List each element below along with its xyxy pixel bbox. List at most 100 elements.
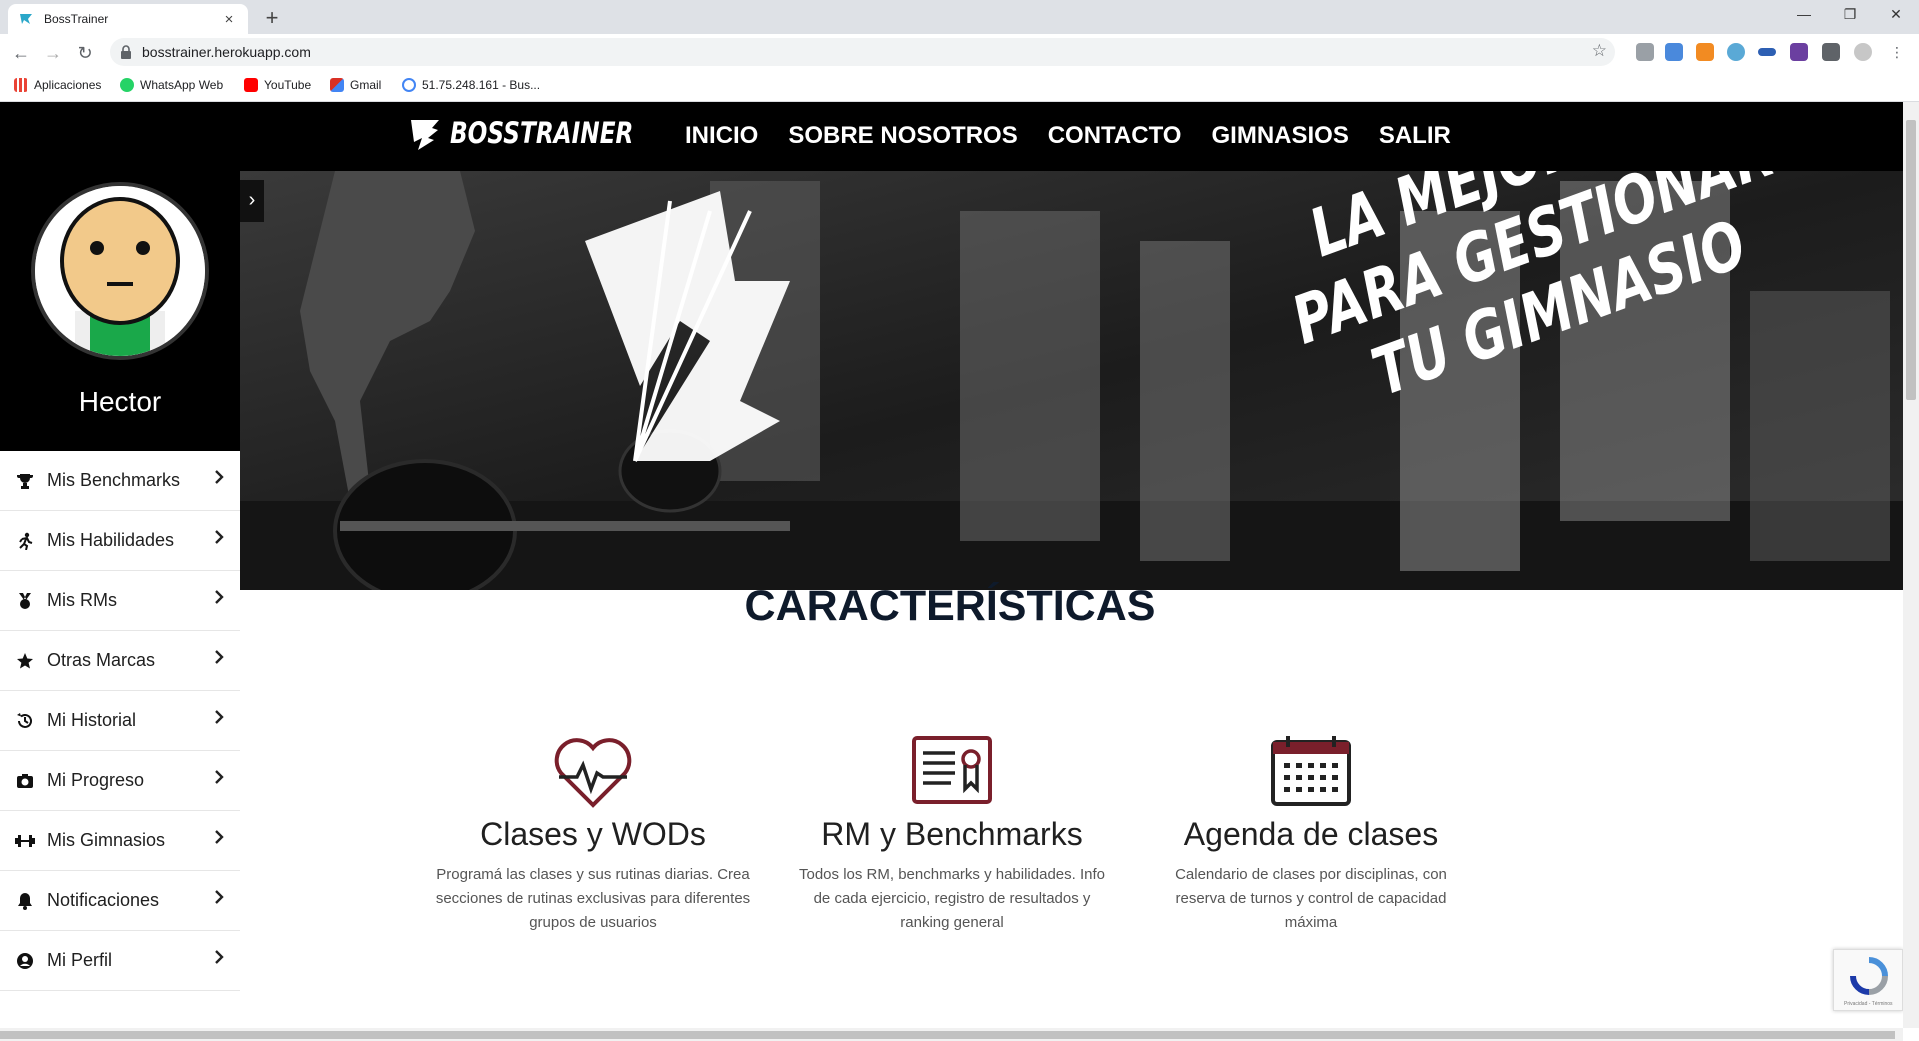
avatar[interactable] (31, 182, 209, 360)
top-navbar: BOSSTRAINER INICIO SOBRE NOSOTROS CONTAC… (0, 102, 1903, 171)
whatsapp-icon (120, 78, 134, 92)
dumbbell-icon (15, 831, 35, 851)
translate-icon[interactable] (1665, 43, 1683, 61)
chevron-right-icon (215, 890, 224, 904)
nav-contacto[interactable]: CONTACTO (1048, 122, 1182, 150)
gmail-icon (330, 78, 344, 92)
extension-icon[interactable] (1790, 43, 1808, 61)
section-title: CARACTERÍSTICAS (744, 582, 1156, 630)
user-circle-icon (15, 951, 35, 971)
sidebar-item-habilidades[interactable]: Mis Habilidades (0, 511, 240, 571)
history-icon (15, 711, 35, 731)
lock-icon (121, 45, 131, 59)
feature-title: RM y Benchmarks (821, 816, 1083, 852)
sidebar-item-label: Mi Progreso (47, 770, 145, 790)
close-window-icon[interactable]: ✕ (1873, 0, 1919, 30)
sidebar-item-label: Mi Historial (47, 710, 137, 730)
sidebar-item-label: Notificaciones (47, 890, 160, 910)
recaptcha-badge[interactable]: Privacidad - Términos (1833, 949, 1903, 1011)
puzzle-icon[interactable] (1822, 43, 1840, 61)
bookmark-youtube[interactable]: YouTube (244, 78, 311, 92)
sidebar-item-label: Mi Perfil (47, 950, 113, 970)
medal-icon (15, 591, 35, 611)
browser-tab[interactable]: BossTrainer × (8, 4, 248, 34)
feature-text: Todos los RM, benchmarks y habilidades. … (799, 866, 1105, 931)
sidebar-item-progreso[interactable]: Mi Progreso (0, 751, 240, 811)
sidebar-item-otras-marcas[interactable]: Otras Marcas (0, 631, 240, 691)
kebab-menu-icon[interactable]: ⋮ (1890, 43, 1904, 61)
reload-icon[interactable]: ↻ (72, 40, 98, 66)
extension-icon[interactable] (1696, 43, 1714, 61)
bookmarks-bar: Aplicaciones WhatsApp Web YouTube Gmail … (0, 70, 1919, 102)
bookmark-google-search[interactable]: 51.75.248.161 - Bus... (402, 78, 540, 92)
new-tab-button[interactable]: + (258, 4, 286, 32)
nav-gimnasios[interactable]: GIMNASIOS (1211, 122, 1348, 150)
chevron-right-icon (215, 950, 224, 964)
main-menu: INICIO SOBRE NOSOTROS CONTACTO GIMNASIOS… (685, 122, 1451, 150)
sidebar-item-historial[interactable]: Mi Historial (0, 691, 240, 751)
sidebar-item-perfil[interactable]: Mi Perfil (0, 931, 240, 991)
scrollbar-thumb[interactable] (0, 1031, 1895, 1039)
close-tab-icon[interactable]: × (220, 11, 238, 28)
chevron-right-icon (215, 710, 224, 724)
sidebar-item-notificaciones[interactable]: Notificaciones (0, 871, 240, 931)
scrollbar-thumb[interactable] (1906, 120, 1916, 400)
sidebar: Hector Mis Benchmarks Mis Habilidades Mi… (0, 171, 240, 1028)
youtube-icon (244, 78, 258, 92)
camera-icon (15, 771, 35, 791)
brand-name: BOSSTRAINER (450, 116, 634, 150)
feature-agenda: Agenda de clases Calendario de clases po… (1131, 735, 1491, 935)
cartoon-face-icon (35, 186, 205, 356)
back-icon[interactable]: ← (8, 40, 34, 66)
extension-icon[interactable] (1758, 48, 1776, 56)
feature-rm-benchmarks: RM y Benchmarks Todos los RM, benchmarks… (772, 735, 1132, 935)
sidebar-item-label: Mis Habilidades (47, 530, 175, 550)
feature-text: Calendario de clases por disciplinas, co… (1175, 866, 1447, 931)
url-text: bosstrainer.herokuapp.com (142, 44, 311, 60)
feature-title: Clases y WODs (480, 816, 706, 852)
restore-icon[interactable]: ❐ (1827, 0, 1873, 30)
chevron-right-icon (215, 770, 224, 784)
sidebar-item-label: Otras Marcas (47, 650, 156, 670)
extension-icon[interactable] (1636, 43, 1654, 61)
extension-icon[interactable] (1727, 43, 1745, 61)
address-bar: ← → ↻ bosstrainer.herokuapp.com ☆ ⋮ (0, 34, 1919, 70)
omnibox[interactable]: bosstrainer.herokuapp.com ☆ (110, 38, 1615, 66)
user-name: Hector (78, 386, 162, 417)
nav-salir[interactable]: SALIR (1379, 122, 1451, 150)
heart-pulse-icon (554, 738, 632, 808)
sidebar-item-benchmarks[interactable]: Mis Benchmarks (0, 451, 240, 511)
forward-icon[interactable]: → (40, 40, 66, 66)
trophy-icon (15, 471, 35, 491)
bookmark-star-icon[interactable]: ☆ (1592, 41, 1607, 61)
bosstrainer-logo-icon (411, 120, 439, 150)
sidebar-toggle-chevron-icon[interactable]: › (240, 180, 264, 222)
star-icon (15, 651, 35, 671)
profile-icon[interactable] (1854, 43, 1872, 61)
brand-logo[interactable]: BOSSTRAINER (408, 116, 679, 150)
nav-sobre-nosotros[interactable]: SOBRE NOSOTROS (788, 122, 1017, 150)
google-icon (402, 78, 416, 92)
feature-clases: Clases y WODs Programá las clases y sus … (413, 735, 773, 935)
chevron-right-icon (215, 590, 224, 604)
sidebar-item-rms[interactable]: Mis RMs (0, 571, 240, 631)
sidebar-item-label: Mis RMs (47, 590, 117, 610)
profile-card: Hector (0, 171, 240, 451)
minimize-icon[interactable]: — (1781, 0, 1827, 30)
nav-inicio[interactable]: INICIO (685, 122, 758, 150)
running-icon (15, 531, 35, 551)
chevron-right-icon (215, 830, 224, 844)
web-page: BOSSTRAINER INICIO SOBRE NOSOTROS CONTAC… (0, 102, 1903, 1028)
bookmark-aplicaciones[interactable]: Aplicaciones (14, 78, 101, 92)
feature-text: Programá las clases y sus rutinas diaria… (435, 866, 751, 931)
chevron-right-icon (215, 650, 224, 664)
tab-title: BossTrainer (44, 12, 109, 26)
sidebar-item-gimnasios[interactable]: Mis Gimnasios (0, 811, 240, 871)
horizontal-scrollbar[interactable] (0, 1028, 1903, 1041)
bookmark-whatsapp[interactable]: WhatsApp Web (120, 78, 223, 92)
bosstrainer-favicon-icon (20, 14, 32, 24)
certificate-icon (912, 736, 992, 804)
bookmark-gmail[interactable]: Gmail (330, 78, 381, 92)
chevron-right-icon (215, 470, 224, 484)
vertical-scrollbar[interactable] (1903, 102, 1919, 1028)
